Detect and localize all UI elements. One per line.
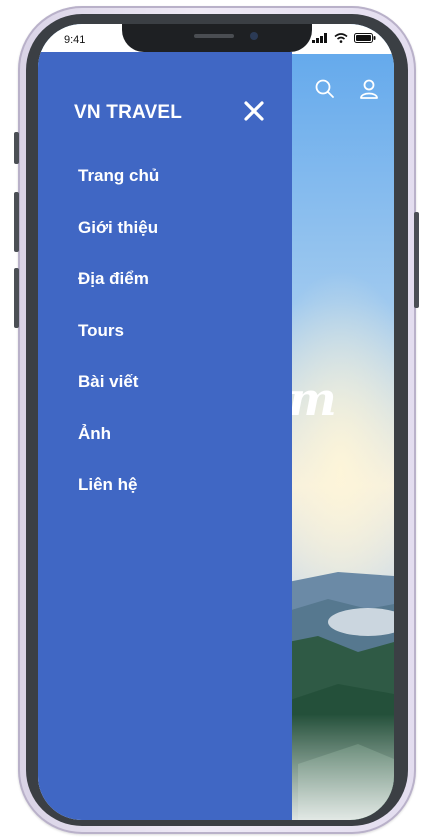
speaker [194, 34, 234, 38]
header-icons [314, 78, 380, 100]
side-button [14, 132, 19, 164]
menu-item-contact[interactable]: Liên hệ [78, 473, 159, 525]
notch [122, 24, 312, 52]
side-drawer: VN TRAVEL Trang chủ Giới thiệu Địa điểm … [38, 52, 292, 820]
user-icon[interactable] [358, 78, 380, 100]
menu-item-home[interactable]: Trang chủ [78, 164, 159, 216]
side-button [14, 192, 19, 252]
side-button [414, 212, 419, 308]
status-icons [312, 33, 376, 43]
status-time: 9:41 [64, 34, 86, 46]
menu-item-photos[interactable]: Ảnh [78, 422, 159, 474]
battery-icon [354, 33, 376, 43]
brand-logo[interactable]: VN TRAVEL [74, 102, 182, 124]
menu-item-tours[interactable]: Tours [78, 319, 159, 371]
search-icon[interactable] [314, 78, 336, 100]
wifi-icon [334, 33, 348, 43]
signal-icon [312, 33, 327, 43]
side-button [14, 268, 19, 328]
camera [250, 32, 258, 40]
menu-item-posts[interactable]: Bài viết [78, 370, 159, 422]
phone-screen: m 9:41 VN TRAVEL Trang chủ Giới thiệu Đị… [38, 24, 394, 820]
close-icon[interactable] [243, 100, 265, 122]
menu-item-destinations[interactable]: Địa điểm [78, 267, 159, 319]
menu-item-about[interactable]: Giới thiệu [78, 216, 159, 268]
hero-script-text: m [288, 372, 339, 426]
drawer-menu: Trang chủ Giới thiệu Địa điểm Tours Bài … [78, 164, 159, 525]
